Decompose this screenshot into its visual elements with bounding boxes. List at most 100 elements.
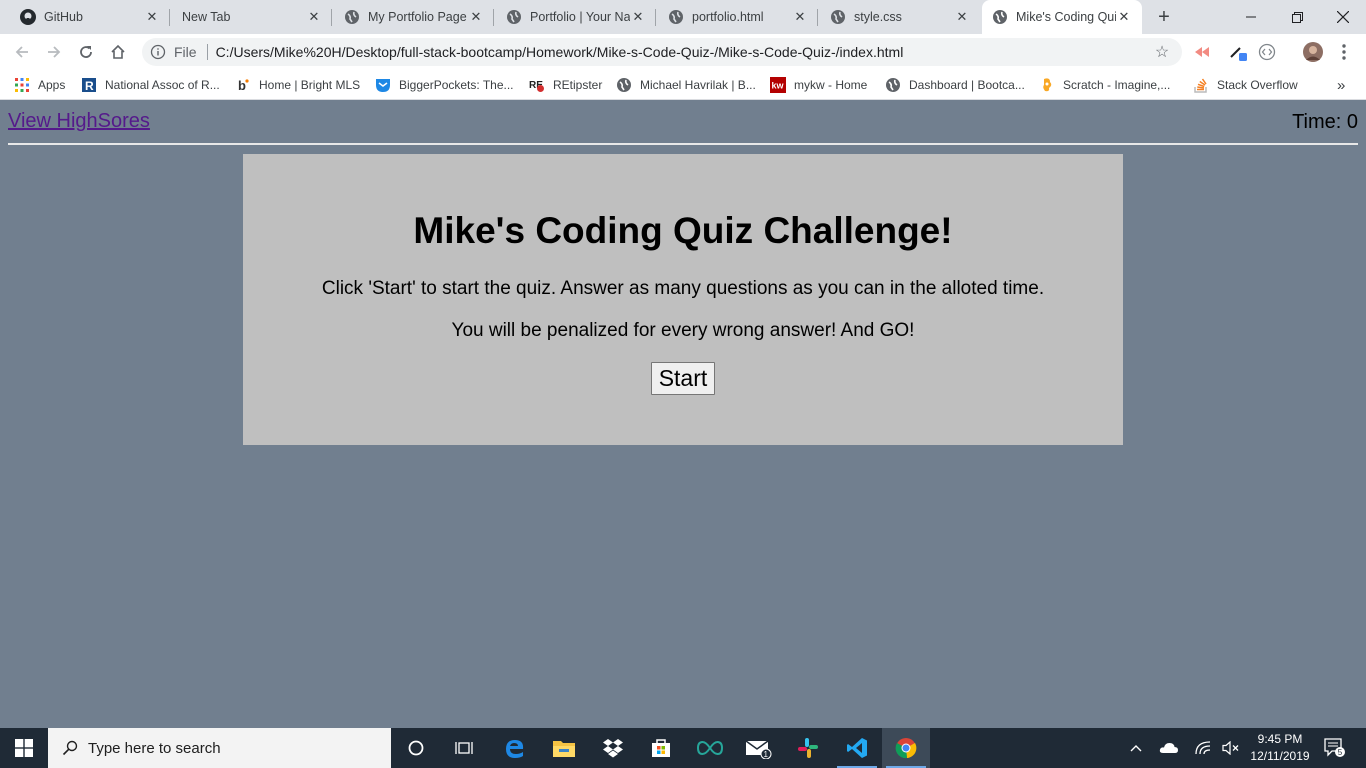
chrome-icon[interactable]	[882, 728, 930, 768]
search-placeholder: Type here to search	[88, 739, 221, 757]
quiz-intro-card: Mike's Coding Quiz Challenge! Click 'Sta…	[243, 154, 1123, 445]
home-icon[interactable]	[104, 38, 132, 66]
microsoft-store-icon[interactable]	[637, 728, 685, 768]
start-button[interactable]: Start	[650, 362, 716, 395]
tab-title: New Tab	[182, 10, 231, 24]
info-icon[interactable]	[150, 44, 166, 60]
code-extension-icon[interactable]	[1257, 42, 1277, 62]
svg-text:kw: kw	[772, 81, 785, 91]
tab-close-icon[interactable]: ✕	[1116, 9, 1132, 25]
address-bar[interactable]: File C:/Users/Mike%20H/Desktop/full-stac…	[142, 38, 1182, 66]
globe-icon	[992, 9, 1008, 25]
tab-title: style.css	[854, 10, 902, 24]
slack-icon[interactable]	[784, 728, 832, 768]
view-highscores-link[interactable]: View HighSores	[8, 110, 150, 133]
globe-icon	[668, 9, 684, 25]
system-clock[interactable]: 9:45 PM 12/11/2019	[1240, 731, 1320, 765]
bookmark-mykw[interactable]: kw mykw - Home	[770, 76, 867, 94]
bookmark-bright-mls[interactable]: b Home | Bright MLS	[235, 76, 360, 94]
tab-new-tab[interactable]: New Tab ✕	[170, 0, 332, 34]
mail-badge: 1	[764, 750, 769, 759]
mail-icon[interactable]: 1	[735, 728, 783, 768]
page-body: View HighSores Time: 0 Mike's Coding Qui…	[0, 101, 1366, 728]
close-window-icon[interactable]	[1320, 0, 1366, 34]
tab-close-icon[interactable]: ✕	[954, 9, 970, 25]
header-divider	[8, 143, 1358, 145]
back-arrow-icon[interactable]	[8, 38, 36, 66]
bookmarks-bar: Apps R National Assoc of R... b Home | B…	[0, 70, 1366, 100]
restore-icon[interactable]	[1274, 0, 1320, 34]
globe-icon	[344, 9, 360, 25]
svg-text:R: R	[85, 79, 94, 92]
globe-icon	[885, 77, 901, 93]
eyedropper-extension-icon[interactable]	[1228, 42, 1248, 62]
biggerpockets-icon	[375, 77, 391, 93]
notifications-icon[interactable]: 5	[1320, 728, 1350, 768]
edge-icon[interactable]	[491, 728, 539, 768]
bookmark-star-icon[interactable]: ☆	[1152, 42, 1172, 62]
tab-close-icon[interactable]: ✕	[468, 9, 484, 25]
tab-title: Portfolio | Your Na	[530, 10, 630, 24]
wifi-icon[interactable]	[1192, 728, 1214, 768]
notifications-count: 5	[1338, 748, 1343, 757]
arduino-icon[interactable]	[686, 728, 734, 768]
tab-title: Mike's Coding Qui	[1016, 10, 1116, 24]
forward-arrow-icon[interactable]	[40, 38, 68, 66]
show-hidden-icons-chevron-icon[interactable]	[1126, 728, 1146, 768]
apps-grid-icon	[14, 77, 30, 93]
stackoverflow-icon	[1193, 77, 1209, 93]
instructions-text: Click 'Start' to start the quiz. Answer …	[321, 278, 1045, 299]
task-view-icon[interactable]	[440, 728, 488, 768]
tab-close-icon[interactable]: ✕	[306, 9, 322, 25]
url-text[interactable]: C:/Users/Mike%20H/Desktop/full-stack-boo…	[216, 44, 1152, 60]
cortana-icon[interactable]	[392, 728, 440, 768]
tab-strip: GitHub ✕ New Tab ✕ My Portfolio Page ✕ P…	[0, 0, 1366, 34]
globe-icon	[616, 77, 632, 93]
dropbox-icon[interactable]	[589, 728, 637, 768]
tab-title: My Portfolio Page	[368, 10, 467, 24]
vscode-icon[interactable]	[833, 728, 881, 768]
bright-mls-icon: b	[235, 77, 251, 93]
tab-style-css[interactable]: style.css ✕	[818, 0, 980, 34]
profile-avatar[interactable]	[1302, 41, 1324, 63]
bookmark-national-assoc[interactable]: R National Assoc of R...	[81, 76, 220, 94]
clock-date: 12/11/2019	[1250, 749, 1310, 763]
tab-portfolio-your-name[interactable]: Portfolio | Your Na ✕	[494, 0, 656, 34]
bookmark-bootcamp-dashboard[interactable]: Dashboard | Bootca...	[885, 76, 1025, 94]
tab-close-icon[interactable]: ✕	[144, 9, 160, 25]
file-explorer-icon[interactable]	[540, 728, 588, 768]
bookmark-scratch[interactable]: Scratch - Imagine,...	[1039, 76, 1170, 94]
tab-my-portfolio[interactable]: My Portfolio Page ✕	[332, 0, 494, 34]
bookmark-retipster[interactable]: RE REtipster	[529, 76, 602, 94]
cast-extension-icon[interactable]	[1192, 42, 1212, 62]
url-scheme: File	[174, 44, 197, 60]
scratch-icon	[1039, 77, 1055, 93]
clock-time: 9:45 PM	[1257, 732, 1303, 746]
globe-icon	[506, 9, 522, 25]
onedrive-cloud-icon[interactable]	[1158, 728, 1180, 768]
tab-github[interactable]: GitHub ✕	[0, 0, 170, 34]
reload-icon[interactable]	[72, 38, 100, 66]
svg-text:b: b	[238, 78, 246, 92]
volume-muted-icon[interactable]	[1220, 728, 1242, 768]
taskbar-search-box[interactable]: Type here to search	[48, 728, 391, 768]
bookmark-biggerpockets[interactable]: BiggerPockets: The...	[375, 76, 514, 94]
github-icon	[20, 9, 36, 25]
globe-icon	[830, 9, 846, 25]
tab-coding-quiz[interactable]: Mike's Coding Qui ✕	[982, 0, 1142, 34]
tab-title: GitHub	[44, 10, 83, 24]
new-tab-button[interactable]: +	[1154, 7, 1174, 27]
tab-close-icon[interactable]: ✕	[792, 9, 808, 25]
windows-taskbar: Type here to search 1 9:45 PM 12/11/2019…	[0, 728, 1366, 768]
menu-kebab-icon[interactable]	[1334, 42, 1354, 62]
minimize-icon[interactable]	[1228, 0, 1274, 34]
windows-start-icon[interactable]	[0, 728, 48, 768]
bookmark-michael-havrilak[interactable]: Michael Havrilak | B...	[616, 76, 756, 94]
bookmark-apps[interactable]: Apps	[14, 76, 65, 94]
page-title: Mike's Coding Quiz Challenge!	[413, 210, 953, 251]
bookmark-stack-overflow[interactable]: Stack Overflow	[1193, 76, 1298, 94]
tab-portfolio-html[interactable]: portfolio.html ✕	[656, 0, 818, 34]
tab-close-icon[interactable]: ✕	[630, 9, 646, 25]
retipster-icon: RE	[529, 77, 545, 93]
bookmarks-overflow-icon[interactable]: »	[1337, 76, 1345, 94]
